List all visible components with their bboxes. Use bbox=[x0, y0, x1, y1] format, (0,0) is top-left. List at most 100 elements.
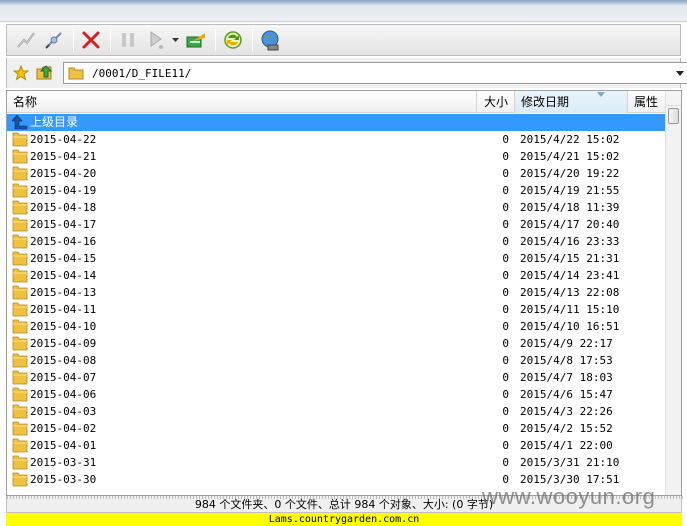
scroll-up-button[interactable] bbox=[666, 91, 681, 106]
file-size: 0 bbox=[502, 184, 509, 197]
file-size: 0 bbox=[502, 133, 509, 146]
favorites-button[interactable] bbox=[11, 63, 31, 83]
parent-directory-row[interactable]: 上级目录 bbox=[7, 114, 665, 131]
file-name: 2015-04-06 bbox=[30, 388, 97, 401]
file-name: 2015-04-16 bbox=[30, 235, 97, 248]
file-name: 2015-04-09 bbox=[30, 337, 97, 350]
path-text: /0001/D_FILE11/ bbox=[92, 66, 192, 80]
globe-button[interactable] bbox=[257, 27, 283, 53]
table-row[interactable]: 2015-04-06 0 2015/4/6 15:47 bbox=[7, 386, 667, 403]
file-name: 2015-04-21 bbox=[30, 150, 97, 163]
toolbar-separator bbox=[215, 29, 216, 51]
file-size: 0 bbox=[502, 320, 509, 333]
folder-icon bbox=[12, 353, 28, 368]
host-text: Lams.countrygarden.com.cn bbox=[268, 514, 420, 525]
list-rows: 上级目录 2015-04-22 0 2015/4/22 15:02 2015-04-2… bbox=[7, 114, 667, 488]
chevron-down-icon bbox=[171, 37, 179, 42]
folder-icon bbox=[12, 472, 28, 487]
play-dropdown[interactable] bbox=[171, 27, 179, 53]
play-icon bbox=[150, 31, 163, 49]
pause-icon bbox=[122, 33, 134, 47]
table-row[interactable]: 2015-04-11 0 2015/4/11 15:10 bbox=[7, 301, 667, 318]
table-row[interactable]: 2015-04-01 0 2015/4/1 22:00 bbox=[7, 437, 667, 454]
table-row[interactable]: 2015-04-19 0 2015/4/19 21:55 bbox=[7, 182, 667, 199]
table-row[interactable]: 2015-03-31 0 2015/3/31 21:10 bbox=[7, 454, 667, 471]
open-folder-icon bbox=[36, 65, 53, 80]
table-row[interactable]: 2015-04-08 0 2015/4/8 17:53 bbox=[7, 352, 667, 369]
file-size: 0 bbox=[502, 388, 509, 401]
file-list: 名称 大小 修改日期 属性 上级目录 2015-04-22 0 2015/4/22 … bbox=[6, 90, 682, 496]
status-summary: 984 个文件夹、0 个文件、总计 984 个对象、大小: (0 字节) bbox=[194, 498, 494, 511]
file-name: 2015-04-07 bbox=[30, 371, 97, 384]
file-size: 0 bbox=[502, 354, 509, 367]
go-up-folder-button[interactable] bbox=[35, 63, 55, 83]
table-row[interactable]: 2015-04-22 0 2015/4/22 15:02 bbox=[7, 131, 667, 148]
file-size: 0 bbox=[502, 150, 509, 163]
file-date: 2015/4/10 16:51 bbox=[520, 320, 620, 333]
file-name: 2015-04-22 bbox=[30, 133, 97, 146]
file-name: 2015-04-13 bbox=[30, 286, 97, 299]
transfer-button[interactable] bbox=[183, 27, 209, 53]
file-date: 2015/4/18 11:39 bbox=[520, 201, 620, 214]
vertical-scrollbar[interactable] bbox=[665, 91, 681, 495]
folder-icon bbox=[12, 268, 28, 283]
file-name: 2015-03-31 bbox=[30, 456, 97, 469]
folder-icon bbox=[12, 183, 28, 198]
table-row[interactable]: 2015-04-03 0 2015/4/3 22:26 bbox=[7, 403, 667, 420]
file-date: 2015/4/15 21:31 bbox=[520, 252, 620, 265]
file-date: 2015/4/13 22:08 bbox=[520, 286, 620, 299]
folder-icon bbox=[12, 370, 28, 385]
path-combobox[interactable]: /0001/D_FILE11/ bbox=[63, 62, 687, 84]
file-size: 0 bbox=[502, 303, 509, 316]
star-icon bbox=[13, 65, 29, 81]
list-header: 名称 大小 修改日期 属性 bbox=[7, 91, 667, 113]
table-row[interactable]: 2015-04-07 0 2015/4/7 18:03 bbox=[7, 369, 667, 386]
transfer-icon bbox=[186, 33, 205, 48]
table-row[interactable]: 2015-04-16 0 2015/4/16 23:33 bbox=[7, 233, 667, 250]
column-size[interactable]: 大小 bbox=[477, 91, 515, 113]
file-size: 0 bbox=[502, 422, 509, 435]
table-row[interactable]: 2015-04-13 0 2015/4/13 22:08 bbox=[7, 284, 667, 301]
file-name: 2015-04-03 bbox=[30, 405, 97, 418]
file-size: 0 bbox=[502, 235, 509, 248]
file-rows: 2015-04-22 0 2015/4/22 15:02 2015-04-21 0 201… bbox=[7, 131, 667, 488]
file-size: 0 bbox=[502, 252, 509, 265]
folder-icon bbox=[12, 132, 28, 147]
file-date: 2015/4/6 15:47 bbox=[520, 388, 613, 401]
table-row[interactable]: 2015-04-02 0 2015/4/2 15:52 bbox=[7, 420, 667, 437]
file-name: 2015-04-19 bbox=[30, 184, 97, 197]
file-size: 0 bbox=[502, 218, 509, 231]
table-row[interactable]: 2015-04-17 0 2015/4/17 20:40 bbox=[7, 216, 667, 233]
column-attributes[interactable]: 属性 bbox=[628, 91, 667, 113]
table-row[interactable]: 2015-04-21 0 2015/4/21 15:02 bbox=[7, 148, 667, 165]
table-row[interactable]: 2015-04-18 0 2015/4/18 11:39 bbox=[7, 199, 667, 216]
file-date: 2015/4/19 21:55 bbox=[520, 184, 620, 197]
table-row[interactable]: 2015-04-15 0 2015/4/15 21:31 bbox=[7, 250, 667, 267]
pause-button[interactable] bbox=[115, 27, 141, 53]
table-row[interactable]: 2015-04-20 0 2015/4/20 19:22 bbox=[7, 165, 667, 182]
folder-icon bbox=[12, 421, 28, 436]
play-button[interactable] bbox=[143, 27, 169, 53]
disconnect-button[interactable] bbox=[41, 27, 67, 53]
sort-indicator-icon bbox=[597, 92, 605, 97]
file-name: 2015-04-02 bbox=[30, 422, 97, 435]
scroll-thumb[interactable] bbox=[668, 108, 679, 124]
table-row[interactable]: 2015-04-09 0 2015/4/9 22:17 bbox=[7, 335, 667, 352]
file-name: 2015-04-20 bbox=[30, 167, 97, 180]
folder-icon bbox=[12, 302, 28, 317]
file-date: 2015/4/20 19:22 bbox=[520, 167, 620, 180]
up-arrow-icon bbox=[12, 115, 28, 130]
folder-icon bbox=[12, 387, 28, 402]
refresh-button[interactable] bbox=[220, 27, 246, 53]
file-date: 2015/4/1 22:00 bbox=[520, 439, 613, 452]
table-row[interactable]: 2015-04-10 0 2015/4/10 16:51 bbox=[7, 318, 667, 335]
column-date[interactable]: 修改日期 bbox=[515, 91, 628, 113]
connect-button[interactable] bbox=[13, 27, 39, 53]
chevron-down-icon[interactable] bbox=[675, 68, 685, 78]
toolbar bbox=[6, 24, 681, 56]
table-row[interactable]: 2015-04-14 0 2015/4/14 23:41 bbox=[7, 267, 667, 284]
folder-icon bbox=[12, 438, 28, 453]
column-name[interactable]: 名称 bbox=[7, 91, 477, 113]
delete-button[interactable] bbox=[78, 27, 104, 53]
file-name: 2015-04-10 bbox=[30, 320, 97, 333]
